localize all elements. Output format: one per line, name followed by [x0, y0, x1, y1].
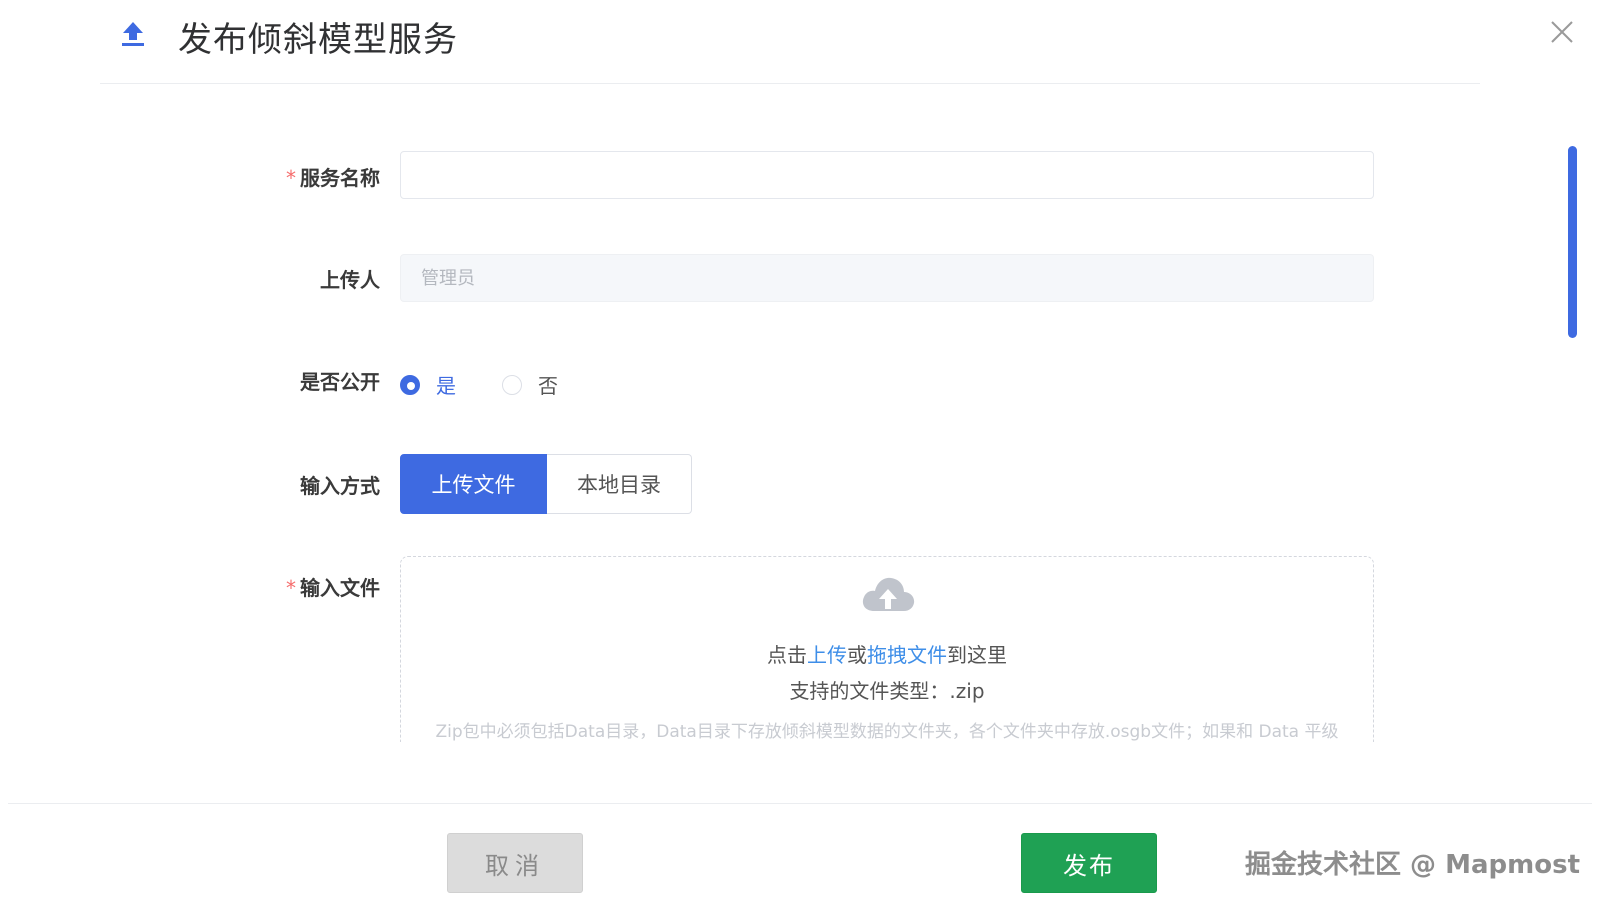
upload-dropzone[interactable]: 点击上传或拖拽文件到这里 支持的文件类型：.zip Zip包中必须包括Data目…	[400, 556, 1374, 742]
supported-types: 支持的文件类型：.zip	[789, 679, 985, 703]
dialog-header: 发布倾斜模型服务	[100, 0, 1480, 84]
radio-public-no[interactable]: 否	[502, 370, 558, 399]
close-icon[interactable]	[1548, 18, 1576, 46]
input-mode-upload-file[interactable]: 上传文件	[400, 454, 547, 514]
input-mode-local-dir[interactable]: 本地目录	[547, 454, 692, 514]
cancel-button[interactable]: 取消	[447, 833, 583, 893]
scrollbar-thumb[interactable]	[1568, 146, 1577, 338]
uploader-label: 上传人	[320, 268, 380, 292]
upload-hint: Zip包中必须包括Data目录，Data目录下存放倾斜模型数据的文件夹，各个文件…	[435, 722, 1339, 742]
upload-text-prefix: 点击	[767, 643, 807, 667]
cloud-upload-icon	[862, 577, 915, 611]
radio-public-yes[interactable]: 是	[400, 370, 456, 399]
input-file-label: * 输入文件	[286, 572, 380, 601]
publish-dialog: 发布倾斜模型服务 *服务名称 上传人 是否公开 是 否 输入方式 上传文件 本地…	[0, 0, 1600, 898]
service-name-label-text: 服务名称	[300, 166, 380, 190]
input-mode-label: 输入方式	[300, 474, 380, 498]
is-public-label: 是否公开	[300, 370, 380, 394]
upload-text-suffix: 到这里	[947, 643, 1007, 667]
dialog-title: 发布倾斜模型服务	[178, 20, 458, 60]
input-mode-segmented: 上传文件 本地目录	[400, 454, 692, 514]
publish-button[interactable]: 发布	[1021, 833, 1157, 893]
radio-no-label: 否	[538, 374, 558, 398]
required-mark: *	[286, 576, 296, 600]
radio-yes-label: 是	[436, 374, 456, 398]
upload-instruction: 点击上传或拖拽文件到这里	[401, 639, 1373, 668]
watermark: 掘金技术社区 @ Mapmost	[1245, 850, 1580, 880]
radio-circle	[502, 374, 522, 395]
upload-icon	[122, 22, 144, 46]
radio-circle	[400, 374, 420, 395]
service-name-input[interactable]	[400, 151, 1374, 199]
footer-divider	[8, 803, 1592, 804]
drag-file-link[interactable]: 拖拽文件	[867, 643, 947, 667]
service-name-label: * 服务名称	[286, 162, 380, 191]
upload-link[interactable]: 上传	[807, 643, 847, 667]
uploader-input	[400, 254, 1374, 302]
input-file-label-text: 输入文件	[300, 576, 380, 600]
required-mark: *	[286, 166, 296, 190]
upload-text-or: 或	[847, 643, 867, 667]
